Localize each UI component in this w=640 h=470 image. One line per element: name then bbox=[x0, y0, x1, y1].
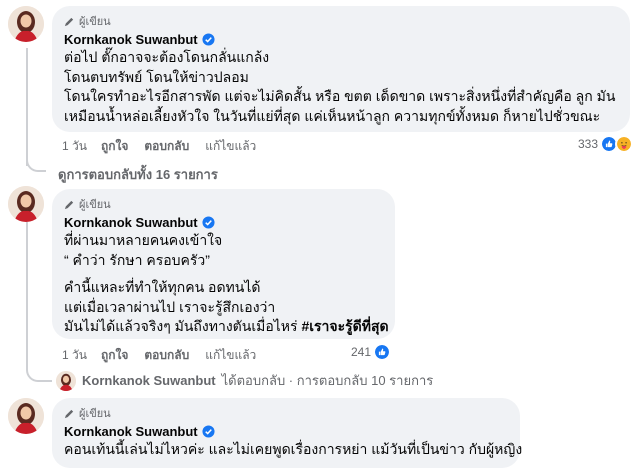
comment-time[interactable]: 1 วัน bbox=[62, 346, 87, 365]
comment-text-line: แต่เมื่อเวลาผ่านไป เราจะรู้สึกเองว่า bbox=[64, 298, 276, 315]
like-button[interactable]: ถูกใจ bbox=[101, 346, 128, 365]
thread-line-2 bbox=[26, 222, 28, 365]
profile-photo-icon bbox=[8, 6, 44, 42]
avatar[interactable] bbox=[8, 186, 44, 222]
comment-text-segment: มันไม่ได้แล้วจริงๆ มันถึงทางตันเมื่อไหร่ bbox=[64, 318, 302, 334]
reaction-summary[interactable]: 241 bbox=[351, 343, 392, 361]
pen-icon bbox=[64, 200, 74, 209]
pen-icon bbox=[64, 409, 74, 418]
comment-actions: 1 วัน ถูกใจ ตอบกลับ แก้ไขแล้ว bbox=[62, 346, 272, 365]
author-role-badge: ผู้เขียน bbox=[64, 197, 383, 211]
verified-icon bbox=[202, 215, 215, 229]
reply-author-name[interactable]: Kornkanok Suwanbut bbox=[82, 373, 216, 388]
comment-actions: 1 วัน ถูกใจ ตอบกลับ แก้ไขแล้ว bbox=[62, 137, 272, 156]
comment-bubble: ผู้เขียน Kornkanok Suwanbut ต่อไป ตั๊กอา… bbox=[52, 6, 630, 132]
edited-label[interactable]: แก้ไขแล้ว bbox=[205, 346, 256, 365]
comment-text-line: คำนี้แหละที่ทำให้ทุกคน อดทนได้ bbox=[64, 279, 261, 295]
profile-photo-icon bbox=[56, 370, 76, 391]
comment-text-line: “ คำว่า รักษา ครอบครัว” bbox=[64, 251, 210, 268]
author-name[interactable]: Kornkanok Suwanbut bbox=[64, 30, 618, 48]
reply-button[interactable]: ตอบกลับ bbox=[144, 137, 189, 156]
comment-text-line: มันไม่ได้แล้วจริงๆ มันถึงทางตันเมื่อไหร่… bbox=[64, 317, 389, 337]
author-name[interactable]: Kornkanok Suwanbut bbox=[64, 422, 508, 440]
reply-button[interactable]: ตอบกลับ bbox=[144, 346, 189, 365]
comment-time[interactable]: 1 วัน bbox=[62, 137, 87, 156]
avatar bbox=[56, 370, 76, 391]
avatar[interactable] bbox=[8, 398, 44, 434]
comment-bubble: ผู้เขียน Kornkanok Suwanbut ที่ผ่านมาหลา… bbox=[52, 189, 395, 339]
thread-curve-2 bbox=[26, 360, 52, 382]
comment-text-line: โดนตบทรัพย์ โดนให้ข่าวปลอม bbox=[64, 68, 249, 85]
reaction-count[interactable]: 241 bbox=[351, 345, 371, 359]
thread-line-1 bbox=[26, 48, 28, 166]
verified-icon bbox=[202, 32, 215, 46]
comment-text-line: ที่ผ่านมาหลายคนคงเข้าใจ bbox=[64, 232, 223, 248]
view-replies-link[interactable]: ดูการตอบกลับทั้ง 16 รายการ bbox=[58, 164, 218, 185]
comment-text-line: เหมือนน้ำหล่อเลี้ยงหัวใจ ในวันที่แย่ที่ส… bbox=[64, 107, 601, 124]
nested-reply-preview[interactable]: Kornkanok Suwanbut ได้ตอบกลับ · การตอบกล… bbox=[56, 370, 433, 391]
like-reaction-icon bbox=[373, 343, 392, 361]
reaction-count[interactable]: 333 bbox=[578, 137, 598, 151]
thread-curve-1 bbox=[26, 150, 46, 172]
reaction-summary[interactable]: 333 bbox=[578, 135, 634, 153]
profile-photo-icon bbox=[8, 398, 44, 434]
author-role-badge: ผู้เขียน bbox=[64, 14, 618, 28]
edited-label[interactable]: แก้ไขแล้ว bbox=[205, 137, 256, 156]
like-button[interactable]: ถูกใจ bbox=[101, 137, 128, 156]
hashtag-link[interactable]: #เราจะรู้ดีที่สุด bbox=[301, 318, 388, 334]
care-reaction-icon bbox=[615, 135, 634, 153]
comment-text-line: โดนใครทำอะไรอีกสารพัด แต่จะไม่คิดสั้น หร… bbox=[64, 88, 616, 104]
profile-photo-icon bbox=[8, 186, 44, 222]
reply-count-text[interactable]: ได้ตอบกลับ · การตอบกลับ 10 รายการ bbox=[222, 370, 434, 391]
author-role-badge: ผู้เขียน bbox=[64, 406, 508, 420]
verified-icon bbox=[202, 424, 215, 438]
pen-icon bbox=[64, 17, 74, 26]
comment-text-line: ต่อไป ตั๊กอาจจะต้องโดนกลั่นแกล้ง bbox=[64, 49, 270, 65]
comment-bubble: ผู้เขียน Kornkanok Suwanbut คอนเท้นนี้เล… bbox=[52, 398, 523, 468]
avatar[interactable] bbox=[8, 6, 44, 42]
comment-text-line: คอนเท้นนี้เล่นไม่ไหวค่ะ และไม่เคยพูดเรื่… bbox=[64, 441, 523, 457]
author-name[interactable]: Kornkanok Suwanbut bbox=[64, 213, 383, 231]
